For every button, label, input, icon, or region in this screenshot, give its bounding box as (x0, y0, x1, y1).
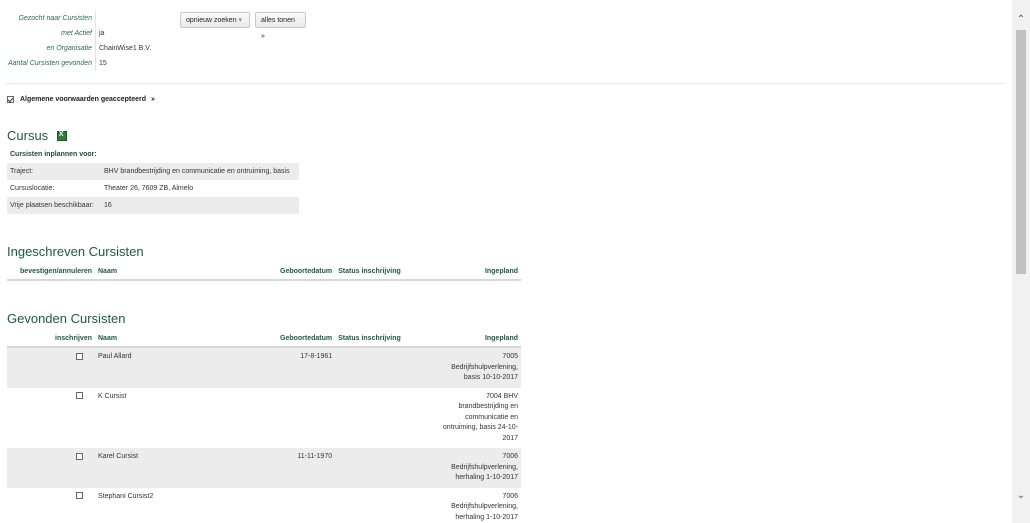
summary-label: Aantal Cursisten gevonden (0, 56, 96, 71)
row-name: K Cursist (98, 392, 127, 400)
chevron-down-icon: ▾ (238, 17, 243, 24)
row-dob: 11-11-1970 (277, 448, 336, 488)
row-name: Paul Allard (95, 347, 277, 388)
divider (6, 83, 1004, 84)
course-heading: Cursus (7, 128, 67, 143)
scroll-up-icon[interactable]: ⌃ (1012, 12, 1030, 28)
show-all-button[interactable]: alles tonen » (255, 12, 306, 40)
col-status[interactable]: Status inschrijving (335, 330, 428, 348)
row-name: Karel Cursist (95, 448, 277, 488)
summary-label: Gezocht naar Cursisten (0, 11, 96, 26)
summary-label: met Actief (0, 26, 96, 41)
row-status (335, 347, 428, 388)
enroll-cell (7, 388, 95, 449)
info-label: Cursuslocatie: (10, 185, 55, 192)
col-planned[interactable]: Ingepland (427, 330, 521, 348)
show-all-label: alles tonen » (261, 17, 295, 40)
excel-export-icon[interactable] (56, 130, 67, 141)
info-value: Theater 26, 7609 ZB, Almelo (104, 185, 194, 192)
enrolled-heading: Ingeschreven Cursisten (7, 244, 144, 259)
enroll-checkbox[interactable] (76, 352, 83, 360)
info-label: Vrije plaatsen beschikbaar: (7, 197, 101, 214)
row-dob (277, 388, 335, 449)
col-planned[interactable]: Ingepland (427, 263, 521, 281)
terms-checkbox[interactable] (7, 96, 14, 103)
info-value: BHV brandbestrijding en communicatie en … (101, 163, 299, 180)
search-again-button[interactable]: opnieuw zoeken ▾ (180, 12, 250, 28)
col-dob[interactable]: Geboortedatum (277, 330, 336, 348)
row-planned: 7004 BHV brandbestrijding en communicati… (442, 392, 518, 442)
main-content: Gezocht naar Cursisten met Actief ja en O… (0, 0, 1012, 523)
col-name[interactable]: Naam (95, 263, 277, 281)
enroll-checkbox[interactable] (76, 492, 83, 500)
row-planned: 7006 Bedrijfshulpverlening, herhaling 1-… (427, 448, 521, 488)
scroll-down-icon[interactable]: ⌄ (1012, 488, 1030, 504)
info-value: 16 (101, 197, 299, 214)
summary-value (96, 11, 152, 26)
table-row: Stephani Cursist2 7006 Bedrijfshulpverle… (7, 488, 521, 523)
row-status (335, 388, 427, 449)
course-subtitle: Cursisten inplannen voor: (10, 151, 97, 158)
terms-accepted: Algemene voorwaarden geaccepteerd » (7, 96, 155, 103)
info-label: Traject: (7, 163, 101, 180)
terms-label[interactable]: Algemene voorwaarden geaccepteerd (20, 96, 146, 103)
terms-link-arrow[interactable]: » (151, 96, 155, 103)
row-dob: 17-8-1961 (277, 347, 336, 388)
table-row: K Cursist 7004 BHV brandbestrijding en c… (7, 388, 521, 449)
course-title: Cursus (7, 128, 49, 143)
summary-value: 15 (99, 60, 107, 67)
col-action: bevestigen/annuleren (7, 263, 95, 281)
vertical-scrollbar[interactable]: ⌃ ⌄ (1012, 0, 1030, 523)
row-planned: 7006 Bedrijfshulpverlening, herhaling 1-… (451, 492, 518, 521)
found-table: inschrijven Naam Geboortedatum Status in… (7, 330, 521, 523)
enrolled-table: bevestigen/annuleren Naam Geboortedatum … (7, 263, 521, 281)
row-planned: 7005 Bedrijfshulpverlening, basis 10-10-… (427, 347, 521, 388)
col-dob[interactable]: Geboortedatum (277, 263, 336, 281)
table-row: Karel Cursist 11-11-1970 7006 Bedrijfshu… (7, 448, 521, 488)
row-dob (277, 488, 335, 523)
summary-value: ja (99, 30, 105, 37)
row-status (335, 488, 427, 523)
summary-label: en Organisatie (0, 41, 96, 56)
row-name: Stephani Cursist2 (98, 492, 154, 500)
found-heading: Gevonden Cursisten (7, 311, 126, 326)
table-row: Paul Allard 17-8-1961 7005 Bedrijfshulpv… (7, 347, 521, 388)
col-action: inschrijven (7, 330, 95, 348)
col-name[interactable]: Naam (95, 330, 277, 348)
enroll-cell (7, 448, 95, 488)
course-info-table: Traject: BHV brandbestrijding en communic… (7, 163, 299, 214)
enroll-checkbox[interactable] (76, 392, 83, 400)
search-again-label: opnieuw zoeken (186, 17, 237, 24)
enroll-cell (7, 488, 95, 523)
row-status (335, 448, 428, 488)
summary-value: ChainWise1 B.V. (99, 45, 152, 52)
enroll-checkbox[interactable] (76, 452, 83, 460)
enroll-cell (7, 347, 95, 388)
search-summary: Gezocht naar Cursisten met Actief ja en O… (0, 11, 151, 71)
scrollbar-thumb[interactable] (1016, 30, 1026, 274)
col-status[interactable]: Status inschrijving (335, 263, 428, 281)
